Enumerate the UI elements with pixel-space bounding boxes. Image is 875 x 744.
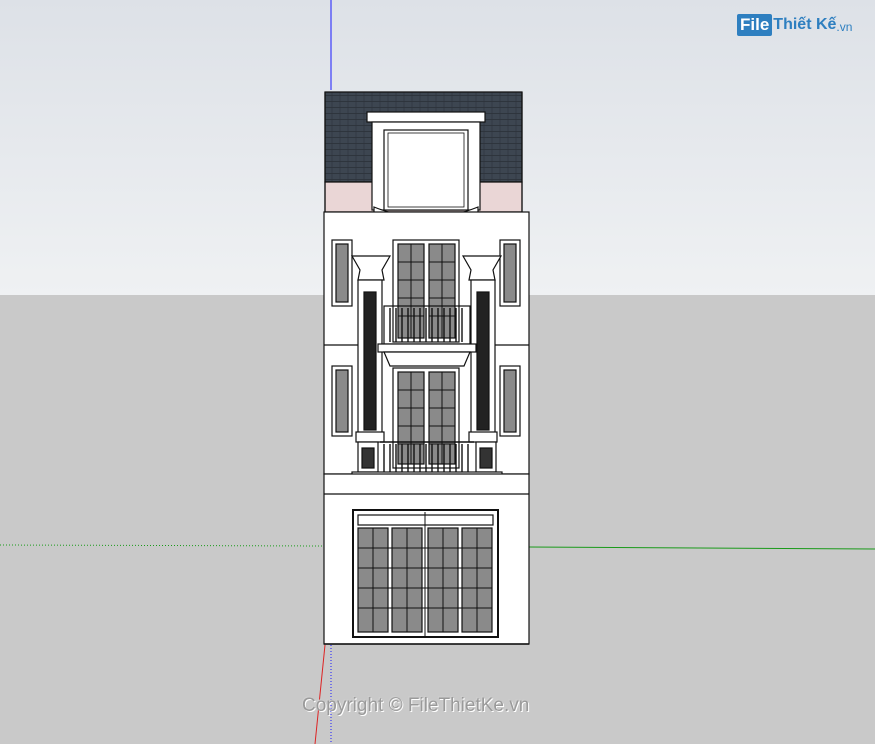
sketchup-viewport[interactable] xyxy=(0,0,875,744)
brand-logo: File Thiết Kế .vn xyxy=(737,12,852,38)
logo-name-text: Thiết Kế xyxy=(773,16,837,33)
copyright-watermark: Copyright © FileThietKe.vn xyxy=(302,695,530,716)
townhouse-facade[interactable] xyxy=(323,91,530,645)
storefront-door-ground-floor xyxy=(352,509,499,638)
logo-file-text: File xyxy=(737,14,773,36)
logo-domain-text: .vn xyxy=(836,20,853,34)
dormer-window xyxy=(366,111,486,226)
